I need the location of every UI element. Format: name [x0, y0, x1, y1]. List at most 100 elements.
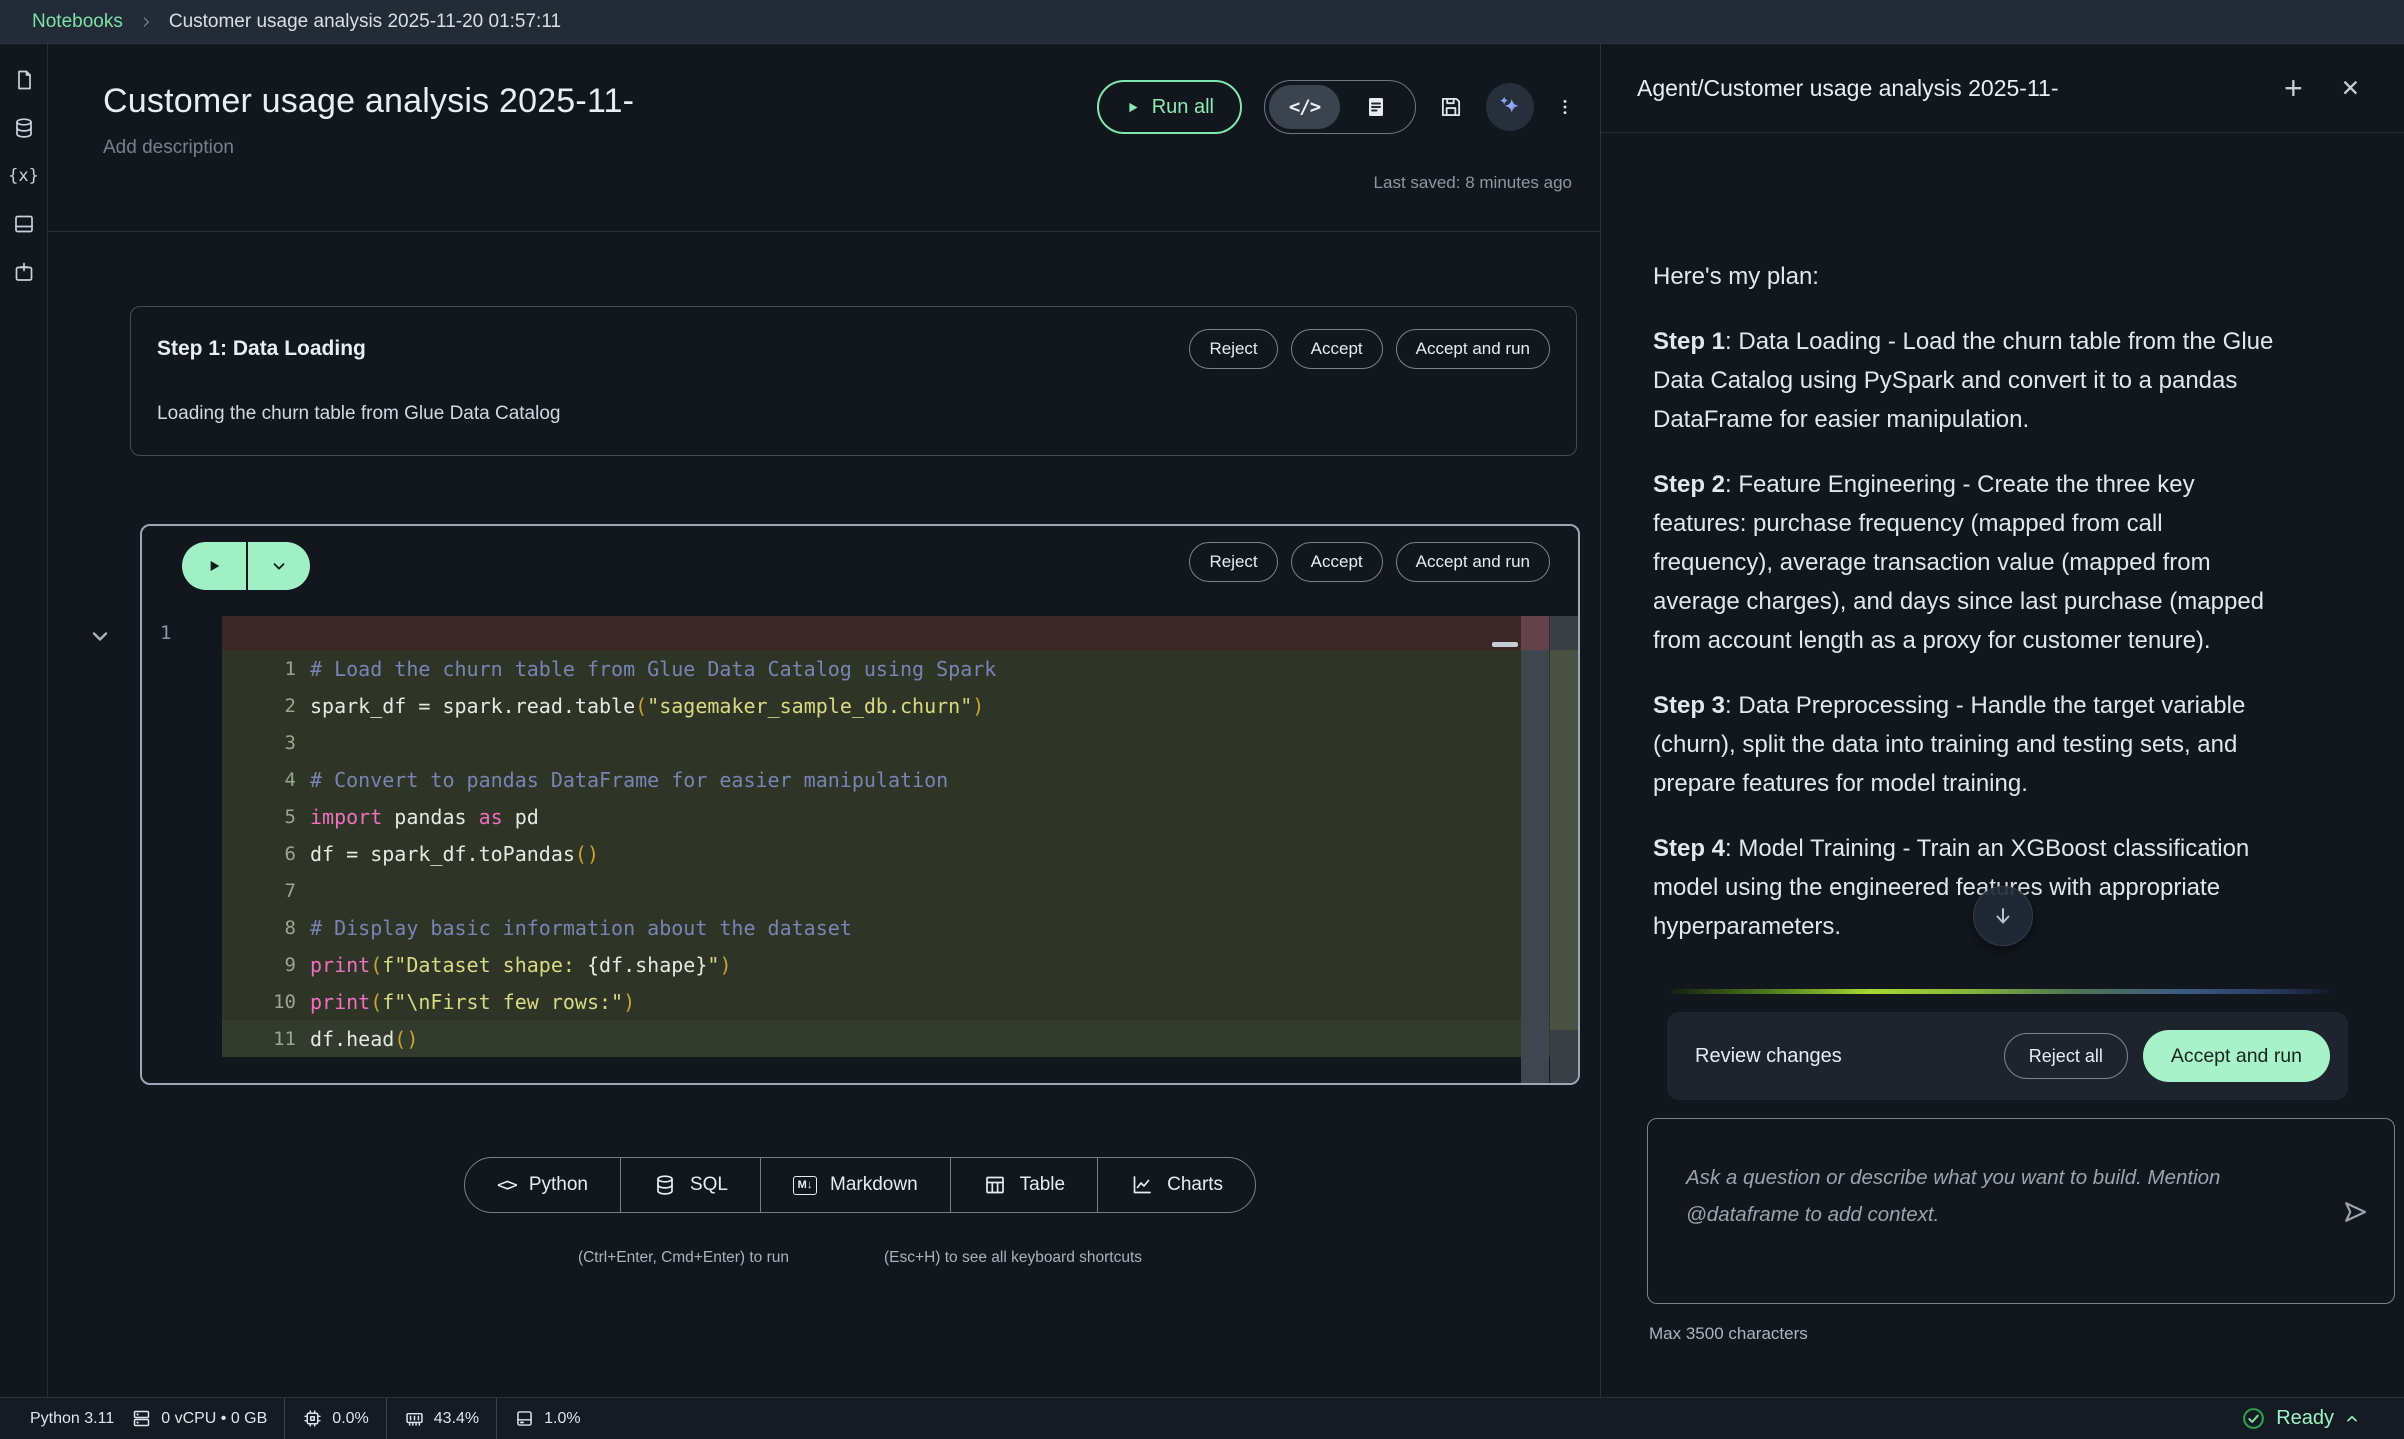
review-changes-bar: Review changes Reject all Accept and run: [1667, 1012, 2348, 1100]
notebook-main: Customer usage analysis 2025-11- Add des…: [48, 44, 1601, 1397]
arrow-down-icon: [1991, 904, 2015, 928]
chevron-down-icon: [270, 557, 288, 575]
notebook-actions: Run all </>: [1097, 80, 1574, 134]
python-icon: <>: [497, 1174, 516, 1196]
new-chat-button[interactable]: +: [2284, 70, 2303, 107]
line-number: 9: [222, 954, 310, 976]
breadcrumb-chevron-icon: [139, 15, 153, 29]
accept-and-run-button[interactable]: Accept and run: [1396, 542, 1550, 582]
package-add-icon[interactable]: [12, 260, 36, 284]
add-description-field[interactable]: Add description: [103, 137, 1572, 159]
ready-status[interactable]: Ready: [2241, 1398, 2360, 1439]
add-table-cell-button[interactable]: Table: [950, 1158, 1097, 1212]
add-cell-toolbar: <>PythonSQLM↓MarkdownTableCharts: [464, 1157, 1256, 1213]
markdown-cell-body: Loading the churn table from Glue Data C…: [157, 403, 1550, 425]
chevron-up-icon: [2344, 1411, 2360, 1427]
run-all-button[interactable]: Run all: [1097, 80, 1242, 134]
run-cell-button[interactable]: [182, 542, 246, 590]
check-circle-icon: [2241, 1406, 2266, 1431]
more-options-button[interactable]: [1556, 94, 1574, 120]
add-python-cell-button[interactable]: <>Python: [465, 1158, 620, 1212]
topbar: Notebooks Customer usage analysis 2025-1…: [0, 0, 2404, 44]
agent-plan-message: Here's my plan: Step 1: Data Loading - L…: [1601, 133, 2404, 979]
breadcrumb-notebooks-link[interactable]: Notebooks: [32, 11, 123, 33]
memory-usage-status: 43.4%: [386, 1398, 496, 1439]
markdown-icon: M↓: [793, 1176, 817, 1195]
scroll-position-indicator: [1492, 642, 1518, 647]
scroll-to-bottom-button[interactable]: [1973, 886, 2033, 946]
code-line: 9print(f"Dataset shape: {df.shape}"): [142, 946, 1578, 983]
code-line: 8# Display basic information about the d…: [142, 909, 1578, 946]
plan-intro: Here's my plan:: [1653, 257, 2281, 296]
collapse-cell-chevron[interactable]: [88, 624, 112, 648]
run-cell-options-button[interactable]: [246, 542, 310, 590]
code-line: 5import pandas as pd: [142, 798, 1578, 835]
ai-assistant-button[interactable]: [1486, 83, 1534, 131]
send-message-button[interactable]: [2340, 1197, 2370, 1227]
accept-and-run-button[interactable]: Accept and run: [1396, 329, 1550, 369]
breadcrumb-current: Customer usage analysis 2025-11-20 01:57…: [169, 11, 561, 33]
document-view-toggle[interactable]: [1340, 85, 1411, 129]
keyboard-shortcut-hint: (Esc+H) to see all keyboard shortcuts: [884, 1249, 1142, 1267]
plan-step-1: Step 1: Data Loading - Load the churn ta…: [1653, 322, 2281, 439]
play-icon: [206, 558, 222, 574]
code-cell: Reject Accept Accept and run 11# Load the …: [140, 524, 1580, 1085]
database-icon[interactable]: [12, 116, 36, 140]
close-panel-button[interactable]: ✕: [2341, 75, 2360, 102]
add-markdown-cell-button[interactable]: M↓Markdown: [760, 1158, 950, 1212]
cpu-usage-status: 0.0%: [284, 1398, 385, 1439]
server-usage-status: 0 vCPU • 0 GB: [131, 1398, 284, 1439]
line-number: 11: [222, 1028, 310, 1050]
agent-chat-box: [1647, 1118, 2395, 1304]
panel-icon[interactable]: [12, 212, 36, 236]
review-changes-label: Review changes: [1695, 1045, 2004, 1068]
markdown-cell: Step 1: Data Loading Reject Accept Accept …: [130, 306, 1577, 456]
line-number: 4: [222, 769, 310, 791]
markdown-cell-heading: Step 1: Data Loading: [157, 329, 366, 361]
run-shortcut-hint: (Ctrl+Enter, Cmd+Enter) to run: [578, 1249, 789, 1267]
agent-chat-input[interactable]: [1648, 1119, 2394, 1303]
memory-icon: [404, 1408, 425, 1429]
charts-icon: [1130, 1173, 1154, 1197]
code-line: 10print(f"\nFirst few rows:"): [142, 983, 1578, 1020]
plan-step-4: Step 4: Model Training - Train an XGBoos…: [1653, 829, 2281, 946]
code-line: 3: [142, 724, 1578, 761]
line-number: 7: [222, 880, 310, 902]
code-line: 11df.head(): [142, 1020, 1578, 1057]
accept-button[interactable]: Accept: [1291, 329, 1383, 369]
add-charts-cell-button[interactable]: Charts: [1097, 1158, 1255, 1212]
status-bar: Python 3.11 0 vCPU • 0 GB0.0%43.4%1.0% R…: [0, 1397, 2404, 1439]
max-characters-hint: Max 3500 characters: [1649, 1324, 2404, 1344]
last-saved-status: Last saved: 8 minutes ago: [103, 173, 1572, 193]
cpu-icon: [302, 1408, 323, 1429]
reject-all-button[interactable]: Reject all: [2004, 1033, 2128, 1079]
disk-icon: [514, 1408, 535, 1429]
editor-scrollbar[interactable]: [1521, 616, 1549, 1083]
database-icon: [653, 1173, 677, 1197]
line-number: 8: [222, 917, 310, 939]
kernel-status[interactable]: Python 3.11: [30, 1398, 131, 1439]
code-line: 2spark_df = spark.read.table("sagemaker_…: [142, 687, 1578, 724]
left-icon-rail: {x}: [0, 44, 48, 1397]
accept-and-run-all-button[interactable]: Accept and run: [2143, 1030, 2330, 1082]
disk-usage-status: 1.0%: [496, 1398, 597, 1439]
file-icon[interactable]: [12, 68, 36, 92]
line-number: 1: [222, 658, 310, 680]
code-editor[interactable]: 11# Load the churn table from Glue Data …: [142, 616, 1578, 1057]
run-cell-split-button[interactable]: [182, 542, 310, 590]
line-number: 2: [222, 695, 310, 717]
view-mode-toggle[interactable]: </>: [1264, 80, 1416, 134]
variables-icon[interactable]: {x}: [12, 164, 36, 188]
plan-step-2: Step 2: Feature Engineering - Create the…: [1653, 465, 2281, 660]
save-button[interactable]: [1438, 94, 1464, 120]
accept-button[interactable]: Accept: [1291, 542, 1383, 582]
table-icon: [983, 1173, 1007, 1197]
reject-button[interactable]: Reject: [1189, 542, 1277, 582]
code-view-toggle[interactable]: </>: [1269, 85, 1340, 129]
line-number: 3: [222, 732, 310, 754]
add-sql-cell-button[interactable]: SQL: [620, 1158, 760, 1212]
gradient-divider: [1671, 989, 2334, 994]
play-icon: [1125, 100, 1140, 115]
reject-button[interactable]: Reject: [1189, 329, 1277, 369]
code-line: 4# Convert to pandas DataFrame for easie…: [142, 761, 1578, 798]
